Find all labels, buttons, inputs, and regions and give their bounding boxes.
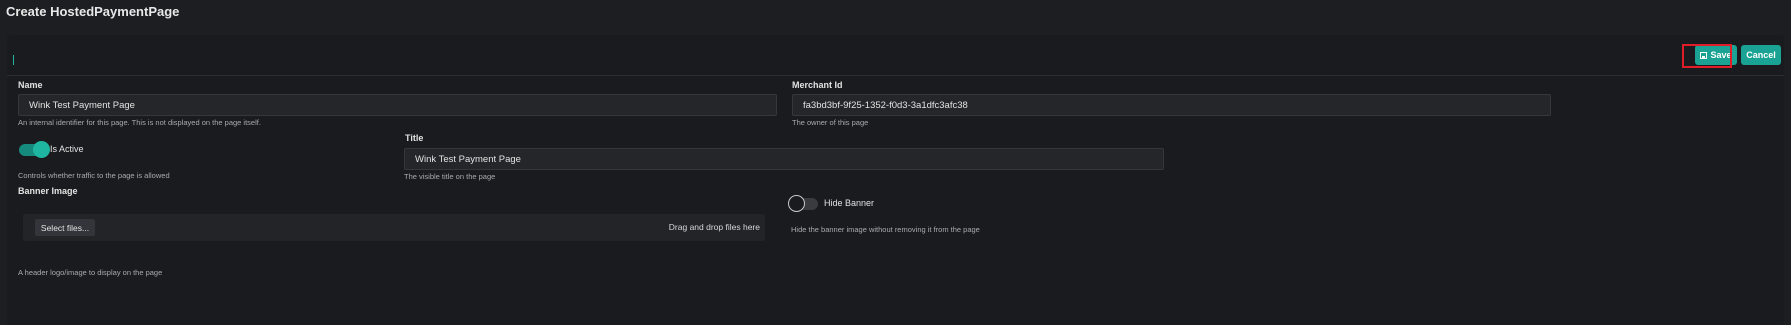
page-title: Create HostedPaymentPage — [6, 4, 180, 19]
hide-banner-hint: Hide the banner image without removing i… — [791, 225, 980, 234]
merchant-id-hint: The owner of this page — [792, 118, 869, 127]
title-hint: The visible title on the page — [404, 172, 496, 181]
title-field[interactable] — [404, 148, 1164, 170]
drop-hint: Drag and drop files here — [668, 222, 760, 232]
save-button[interactable]: Save — [1695, 45, 1737, 65]
file-dropzone[interactable]: Select files... Drag and drop files here — [23, 214, 765, 241]
banner-image-label: Banner Image — [18, 186, 78, 196]
cancel-button[interactable]: Cancel — [1741, 45, 1781, 65]
toggle-knob — [788, 195, 805, 212]
name-label: Name — [18, 80, 43, 90]
is-active-hint: Controls whether traffic to the page is … — [18, 171, 170, 180]
hide-banner-label: Hide Banner — [824, 198, 875, 208]
is-active-toggle[interactable] — [19, 141, 50, 158]
title-label: Title — [405, 133, 424, 143]
banner-image-hint: A header logo/image to display on the pa… — [18, 268, 163, 277]
save-button-label: Save — [1710, 50, 1732, 60]
toolbar-divider — [7, 75, 1784, 76]
save-icon — [1700, 52, 1708, 59]
name-hint: An internal identifier for this page. Th… — [18, 118, 261, 127]
text-cursor — [13, 55, 14, 65]
name-field[interactable] — [18, 94, 777, 116]
select-files-button[interactable]: Select files... — [35, 219, 95, 236]
merchant-id-label: Merchant Id — [792, 80, 843, 90]
is-active-label: Is Active — [50, 144, 84, 154]
form-panel: Save Cancel Name An internal identifier … — [7, 35, 1784, 325]
hide-banner-toggle[interactable] — [788, 195, 818, 212]
merchant-id-field[interactable] — [792, 94, 1551, 116]
toggle-knob — [33, 141, 50, 158]
